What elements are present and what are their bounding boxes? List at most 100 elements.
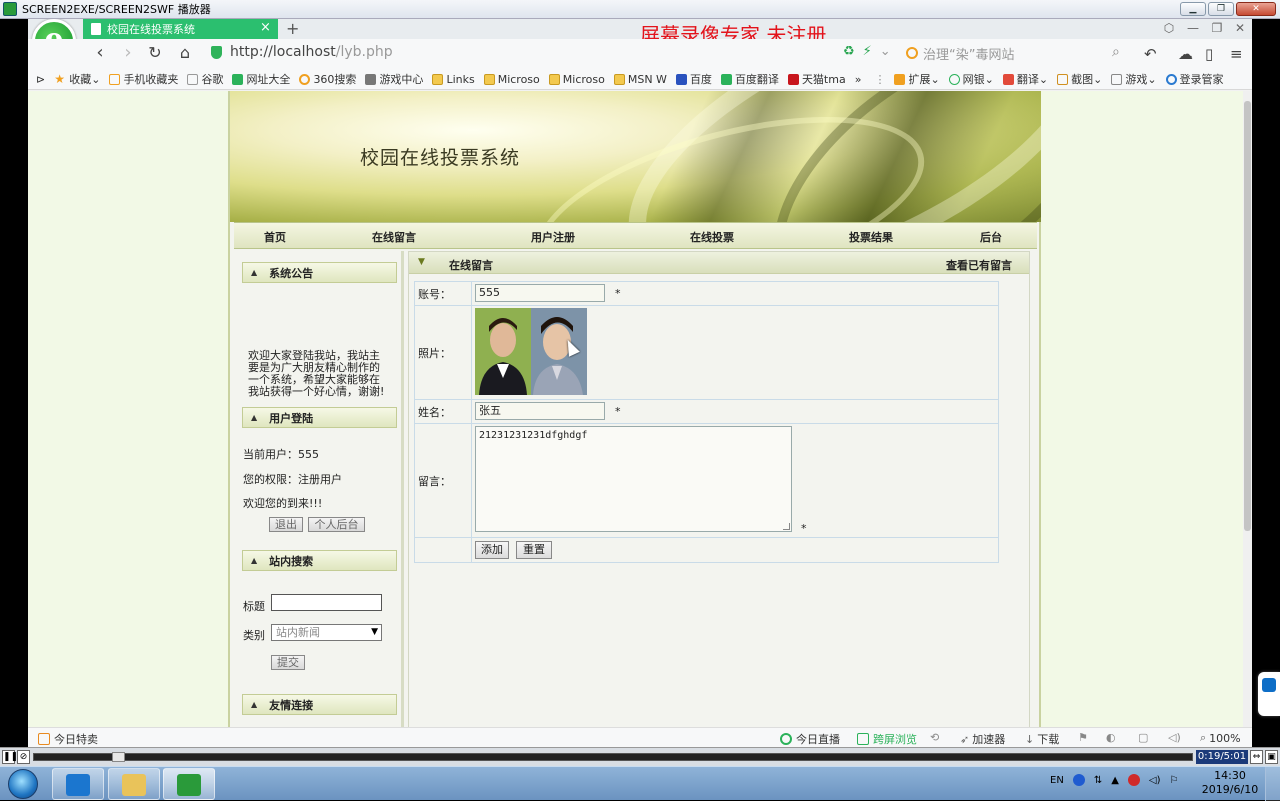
bookmark-item[interactable]: 天猫tma (787, 71, 846, 87)
stop-icon[interactable]: ⊘ (17, 750, 30, 764)
cloud-icon[interactable]: ☁ (1178, 45, 1193, 63)
letterbox-right (1252, 19, 1280, 747)
bookmark-item[interactable]: Microso (483, 73, 540, 86)
search-title-input[interactable] (271, 594, 382, 611)
bookmark-item[interactable]: 百度 (675, 71, 712, 87)
bookmark-item[interactable]: MSN W (613, 73, 667, 86)
antivirus-icon[interactable] (1127, 774, 1140, 786)
close-icon[interactable]: ✕ (1231, 20, 1249, 36)
volume-icon[interactable]: ◁) (1168, 731, 1181, 744)
progress-thumb[interactable] (112, 752, 125, 762)
bookmark-item[interactable]: ★ 收藏 ⌄ (54, 71, 100, 87)
flag-icon[interactable]: ⚑ (1078, 731, 1088, 744)
resize-grip-icon[interactable] (783, 523, 790, 530)
taskbar-teamviewer[interactable] (52, 768, 104, 800)
progress-track[interactable] (33, 753, 1193, 761)
bookmark-item[interactable]: 手机收藏夹 (109, 71, 178, 87)
search-box[interactable]: 治理“染”毒网站 (906, 43, 1136, 63)
nav-admin[interactable]: 后台 (980, 229, 1002, 245)
sidebar-toggle-icon[interactable]: ⊳ (36, 73, 45, 86)
vertical-scrollbar[interactable] (1243, 91, 1252, 727)
accelerator-link[interactable]: ➶ 加速器 (960, 731, 1005, 747)
bookmark-item[interactable]: Links (432, 73, 475, 86)
nav-vote[interactable]: 在线投票 (690, 229, 734, 245)
lightning-icon[interactable]: ⚡ (863, 44, 872, 59)
phone-icon[interactable]: ▯ (1205, 45, 1213, 63)
cross-screen-link[interactable]: 跨屏浏览 (857, 731, 917, 747)
home-icon[interactable]: ⌂ (174, 43, 196, 63)
tool-item[interactable]: 截图 ⌄ (1057, 71, 1102, 87)
scrollbar-thumb[interactable] (1244, 101, 1251, 531)
bookmark-item[interactable]: Microso (548, 73, 605, 86)
bookmark-item[interactable]: 网址大全 (232, 71, 290, 87)
folder-icon (122, 774, 146, 796)
personal-admin-button[interactable]: 个人后台 (308, 517, 365, 532)
nav-home[interactable]: 首页 (264, 229, 286, 245)
bookmark-item[interactable]: 游戏中心 (365, 71, 423, 87)
view-messages-link[interactable]: 查看已有留言 (946, 257, 1012, 273)
taskbar-explorer[interactable] (108, 768, 160, 800)
forward-icon[interactable]: › (117, 43, 139, 63)
bookmark-item[interactable]: 百度翻译 (720, 71, 779, 87)
tool-item[interactable]: 网银 ⌄ (948, 71, 994, 87)
language-indicator[interactable]: EN (1050, 775, 1064, 786)
pause-icon[interactable]: ❚❚ (2, 750, 18, 764)
cleanup-icon[interactable]: ◐ (1106, 731, 1116, 744)
tab-active[interactable]: 校园在线投票系统 (83, 19, 278, 39)
account-input[interactable]: 555 (475, 284, 605, 302)
new-tab-button[interactable]: + (286, 19, 302, 39)
speaker-icon[interactable]: ◁) (1149, 775, 1161, 786)
dropdown-icon[interactable]: ⌄ (880, 44, 891, 59)
history-icon[interactable]: ⟲ (930, 731, 939, 744)
search-submit-button[interactable]: 提交 (271, 655, 305, 670)
show-desktop-button[interactable] (1265, 767, 1280, 801)
nav-register[interactable]: 用户注册 (531, 229, 575, 245)
fullscreen-icon[interactable]: ▣ (1265, 750, 1278, 764)
tool-item[interactable]: 游戏 ⌄ (1111, 71, 1157, 87)
fit-icon[interactable]: ⇔ (1250, 750, 1263, 764)
player-minimize-button[interactable]: ▁ (1180, 2, 1206, 16)
search-icon[interactable]: ⌕ (1112, 44, 1120, 60)
search-category-select[interactable]: 站内新闻 ▼ (271, 624, 382, 641)
back-icon[interactable]: ‹ (89, 43, 111, 63)
daily-deals[interactable]: 今日特卖 (38, 731, 98, 747)
tool-item[interactable]: 登录管家 (1165, 71, 1224, 87)
zoom-control[interactable]: ⌕ 100% (1200, 731, 1241, 745)
url-path: /lyb.php (335, 44, 393, 60)
game-icon (365, 73, 377, 85)
add-button[interactable]: 添加 (475, 541, 509, 559)
undo-icon[interactable]: ↶ (1144, 45, 1157, 63)
live-link[interactable]: 今日直播 (780, 731, 840, 747)
player-close-button[interactable]: ✕ (1236, 2, 1276, 16)
clock[interactable]: 14:30 2019/6/10 (1200, 769, 1260, 797)
bookmark-item[interactable]: 360搜索 (299, 71, 356, 87)
bookmark-item[interactable]: 谷歌 (187, 71, 223, 87)
message-textarea[interactable]: 21231231231dfghdgf (475, 426, 792, 532)
recycle-icon[interactable]: ♻ (843, 44, 855, 59)
start-button[interactable] (8, 769, 38, 799)
restore-icon[interactable]: ❐ (1208, 20, 1226, 36)
window-icon[interactable]: ▢ (1138, 731, 1148, 744)
tool-item[interactable]: 扩展 ⌄ (894, 71, 940, 87)
bookmarks-more-icon[interactable]: » (855, 73, 862, 86)
help-icon[interactable] (1072, 774, 1085, 786)
skin-icon[interactable]: ⬡ (1160, 20, 1178, 36)
player-restore-button[interactable]: ❐ (1208, 2, 1234, 16)
logout-button[interactable]: 退出 (269, 517, 303, 532)
action-center-icon[interactable]: ⚐ (1170, 775, 1179, 786)
name-input[interactable]: 张五 (475, 402, 605, 420)
network-icon[interactable]: ⇅ (1094, 775, 1102, 786)
reset-button[interactable]: 重置 (516, 541, 552, 559)
taskbar-player[interactable] (163, 768, 215, 800)
minimize-icon[interactable]: — (1184, 20, 1202, 36)
reload-icon[interactable]: ↻ (144, 43, 166, 63)
nav-results[interactable]: 投票结果 (849, 229, 893, 245)
tab-close-icon[interactable]: × (260, 20, 274, 36)
tray-expand-icon[interactable]: ▲ (1111, 775, 1119, 786)
url-field[interactable]: http://localhost/lyb.php (230, 44, 393, 60)
menu-icon[interactable]: ≡ (1230, 45, 1243, 63)
download-link[interactable]: ↓ 下载 (1025, 731, 1059, 747)
nav-message[interactable]: 在线留言 (372, 229, 416, 245)
teamviewer-tab[interactable] (1258, 672, 1280, 716)
tool-item[interactable]: 翻译 ⌄ (1002, 71, 1048, 87)
